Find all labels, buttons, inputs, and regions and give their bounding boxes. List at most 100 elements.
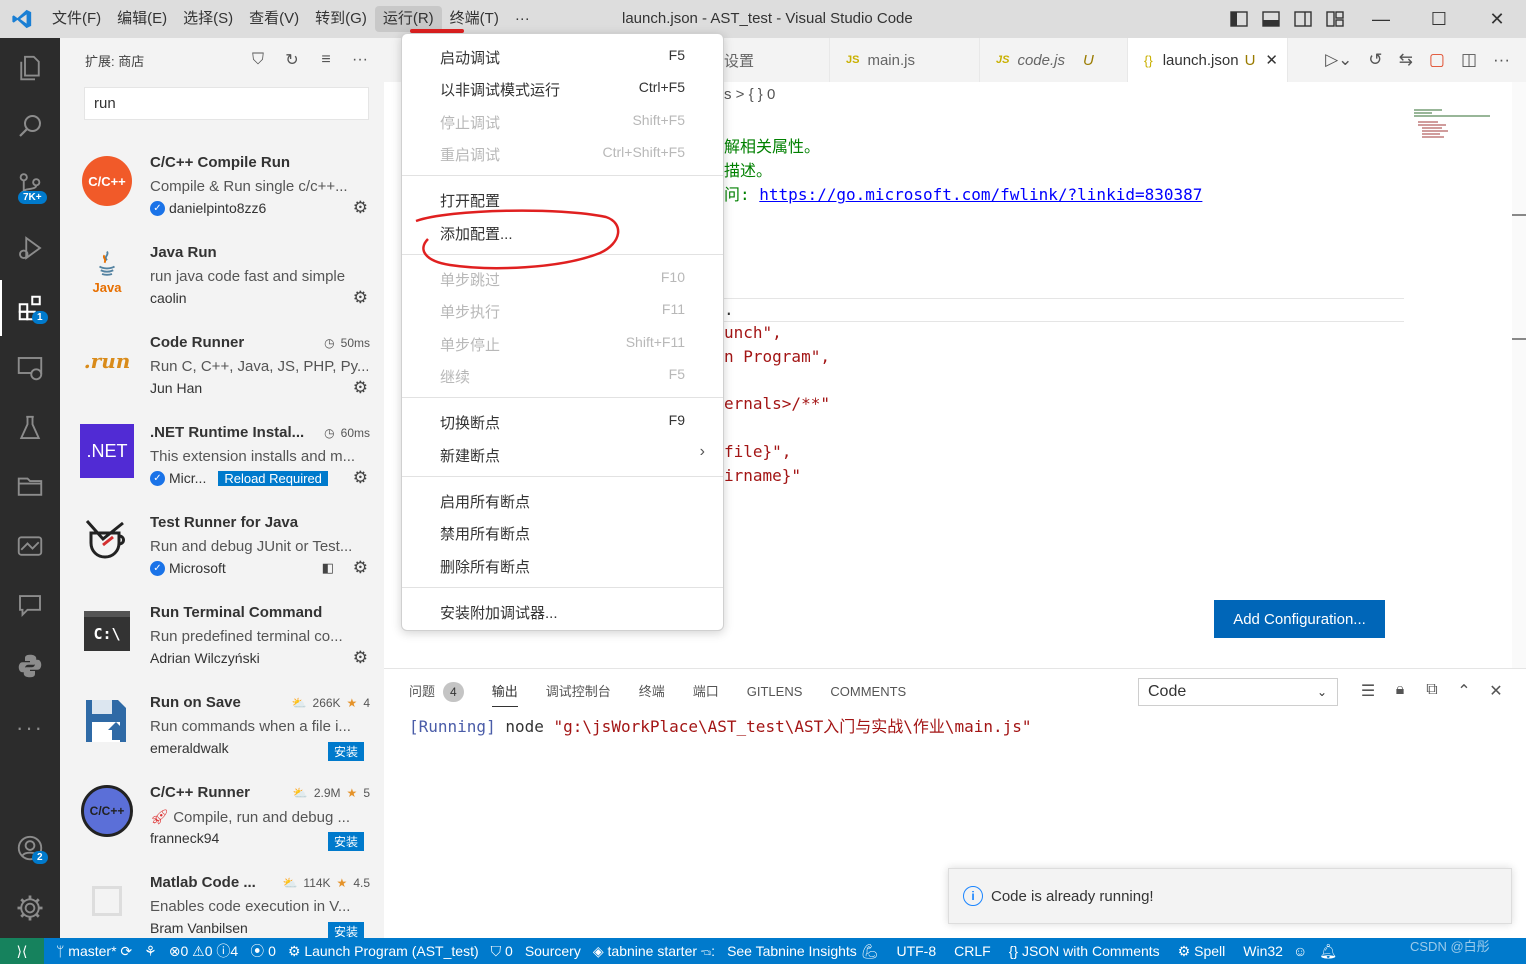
extension-search-input[interactable]: run (84, 87, 369, 120)
testing-icon[interactable] (0, 400, 60, 456)
platform-status[interactable]: Win32 (1243, 943, 1283, 959)
tab-ports[interactable]: 端口 (693, 681, 719, 707)
lock-scroll-icon[interactable]: 🔒︎ (1391, 681, 1409, 701)
install-button[interactable]: 安装 (327, 832, 364, 851)
manage-extension-gear-icon[interactable]: ⚙ (353, 648, 368, 668)
close-window-button[interactable]: ✕ (1468, 0, 1526, 38)
menu-item-toggle-breakpoint[interactable]: 切换断点 F9 (402, 405, 723, 437)
add-configuration-button[interactable]: Add Configuration... (1214, 600, 1385, 638)
project-manager-icon[interactable] (0, 458, 60, 514)
menu-go[interactable]: 转到(G) (307, 6, 375, 32)
accounts-icon[interactable] (0, 820, 60, 876)
extension-item[interactable]: .NET .NET Runtime Instal... ◷ 60ms This e… (60, 414, 384, 504)
encoding-status[interactable]: UTF-8 (896, 943, 936, 959)
manage-extension-gear-icon[interactable]: ⚙ (353, 468, 368, 488)
gitlens-status-icon[interactable]: ⚘ (144, 943, 157, 960)
menu-item-run-without-debugging[interactable]: 以非调试模式运行 Ctrl+F5 (402, 72, 723, 104)
close-panel-icon[interactable]: ✕ (1487, 681, 1505, 701)
remote-explorer-icon[interactable] (0, 340, 60, 396)
close-tab-icon[interactable]: ✕ (1265, 51, 1278, 69)
menu-more[interactable]: ··· (507, 6, 538, 32)
sourcery-status[interactable]: Sourcery (525, 943, 581, 959)
extension-item[interactable]: Run on Save ⛅ 266K ★ 4 Run commands when a … (60, 684, 384, 774)
more-views-icon[interactable]: ··· (0, 700, 60, 756)
tab-terminal[interactable]: 终端 (639, 681, 665, 707)
search-icon[interactable] (0, 98, 60, 154)
timeline-history-icon[interactable]: ↺ (1368, 50, 1382, 70)
source-control-icon[interactable] (0, 158, 60, 214)
menu-item-new-breakpoint[interactable]: 新建断点 › (402, 438, 723, 470)
python-icon[interactable] (0, 638, 60, 694)
maximize-button[interactable]: ☐ (1410, 0, 1468, 38)
toggle-sidebar-icon[interactable] (1230, 11, 1248, 27)
tab-debug-console[interactable]: 调试控制台 (546, 681, 611, 707)
extension-item[interactable]: C/C++ C/C++ Compile Run Compile & Run si… (60, 144, 384, 234)
extension-item[interactable]: .run Code Runner ◷ 50ms Run C, C++, Java,… (60, 324, 384, 414)
menu-view[interactable]: 查看(V) (241, 6, 307, 32)
manage-extension-gear-icon[interactable]: ⚙ (353, 288, 368, 308)
minimap[interactable] (1412, 108, 1492, 148)
menu-selection[interactable]: 选择(S) (175, 6, 241, 32)
manage-extension-gear-icon[interactable]: ⚙ (353, 558, 368, 578)
menu-item-start-debugging[interactable]: 启动调试 F5 (402, 40, 723, 72)
tab-gitlens[interactable]: GITLENS (747, 681, 803, 707)
manage-extension-gear-icon[interactable]: ⚙ (353, 378, 368, 398)
tabnine-status[interactable]: ◈ tabnine starter 👈︎: (593, 943, 715, 960)
refresh-icon[interactable]: ↻ (282, 50, 302, 70)
compare-changes-icon[interactable]: ⇆ (1399, 50, 1413, 70)
branch-status[interactable]: ᛘ master* ⟳ (56, 943, 132, 960)
menu-file[interactable]: 文件(F) (44, 6, 109, 32)
clear-results-icon[interactable]: ≡ (316, 50, 336, 70)
spell-status[interactable]: ⚙ Spell (1178, 943, 1226, 960)
gitlens-icon[interactable] (0, 518, 60, 574)
tab-problems[interactable]: 问题 4 (409, 681, 464, 707)
customize-layout-icon[interactable] (1326, 11, 1344, 27)
clear-output-icon[interactable]: ☰ (1359, 681, 1377, 701)
remote-indicator-icon[interactable]: ⟩⟨ (0, 938, 44, 964)
output-channel-select[interactable]: Code ⌄ (1138, 678, 1338, 706)
manage-gear-icon[interactable] (0, 880, 60, 936)
run-debug-icon[interactable] (0, 220, 60, 276)
menu-item-remove-all-breakpoints[interactable]: 删除所有断点 (402, 549, 723, 581)
fwlink-link[interactable]: https://go.microsoft.com/fwlink/?linkid=… (759, 185, 1202, 204)
tab-output[interactable]: 输出 (491, 681, 518, 707)
manage-extension-gear-icon[interactable]: ⚙ (353, 198, 368, 218)
explorer-icon[interactable] (0, 40, 60, 96)
stop-code-run-icon[interactable]: ▢ (1429, 50, 1445, 70)
menu-item-disable-all-breakpoints[interactable]: 禁用所有断点 (402, 516, 723, 548)
ports-status[interactable]: ⦿ 0 (250, 941, 276, 961)
menu-item-install-debuggers[interactable]: 安装附加调试器... (402, 595, 723, 627)
tab-launch-json[interactable]: {} launch.json U ✕ (1128, 38, 1288, 82)
comments-icon[interactable] (0, 578, 60, 634)
extensions-icon[interactable] (0, 280, 60, 336)
extension-item[interactable]: Java Java Run run java code fast and sim… (60, 234, 384, 324)
notification-toast[interactable]: i Code is already running! (948, 868, 1512, 924)
install-button[interactable]: 安装 (327, 742, 364, 761)
breadcrumb[interactable]: s > { } 0 (724, 86, 775, 103)
tab-comments[interactable]: COMMENTS (830, 681, 906, 707)
menu-edit[interactable]: 编辑(E) (109, 6, 175, 32)
filter-icon[interactable]: ⛉ (248, 50, 268, 70)
shield-status[interactable]: ⛉ 0 (491, 943, 513, 960)
launch-config-status[interactable]: ⚙ Launch Program (AST_test) (288, 943, 479, 960)
tabnine-insights-status[interactable]: See Tabnine Insights 💪︎ (727, 943, 878, 960)
editor-scrollbar[interactable] (1512, 82, 1526, 668)
tab-code-js[interactable]: JS code.js U (980, 38, 1128, 82)
extension-item[interactable]: Test Runner for Java Run and debug JUnit… (60, 504, 384, 594)
tab-main-js[interactable]: JS main.js (830, 38, 980, 82)
maximize-panel-icon[interactable]: ⌃ (1455, 681, 1473, 701)
extension-item[interactable]: C/C++ C/C++ Runner ⛅ 2.9M ★ 5 🚀︎ Compile, r… (60, 774, 384, 864)
notifications-bell-icon[interactable]: 🔔︎ (1319, 943, 1337, 960)
toggle-secondary-sidebar-icon[interactable] (1294, 11, 1312, 27)
toggle-panel-icon[interactable] (1262, 11, 1280, 27)
language-mode-status[interactable]: {} JSON with Comments (1009, 943, 1160, 959)
reload-required-button[interactable]: Reload Required (218, 470, 328, 486)
split-editor-icon[interactable]: ◫ (1461, 50, 1477, 70)
menu-item-enable-all-breakpoints[interactable]: 启用所有断点 (402, 484, 723, 516)
feedback-icon[interactable]: ☺ (1293, 943, 1307, 959)
eol-status[interactable]: CRLF (954, 943, 991, 959)
problems-status[interactable]: ⊗0 ⚠0 ⓘ4 (169, 941, 238, 961)
open-output-editor-icon[interactable]: ⧉ (1423, 681, 1441, 701)
more-actions-icon[interactable]: ··· (350, 50, 370, 70)
minimize-button[interactable]: — (1352, 0, 1410, 38)
